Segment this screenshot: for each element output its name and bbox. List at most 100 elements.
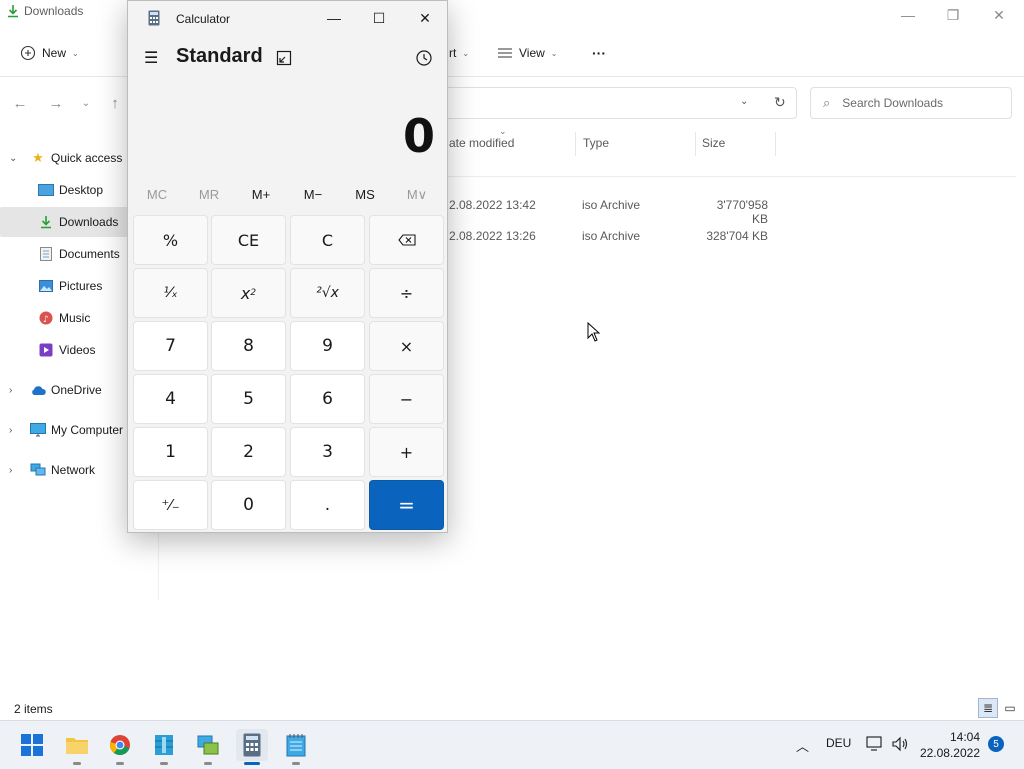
documents-icon xyxy=(38,247,54,261)
search-input[interactable] xyxy=(840,95,995,111)
chevron-right-icon[interactable]: › xyxy=(9,465,12,476)
column-header-type[interactable]: Type xyxy=(583,136,609,156)
chevron-right-icon[interactable]: › xyxy=(9,385,12,396)
cloud-icon xyxy=(30,383,46,397)
details-view-icon[interactable]: ≣ xyxy=(978,698,998,718)
taskbar-app-archive[interactable] xyxy=(148,729,180,761)
input-language-indicator[interactable]: DEU xyxy=(826,736,851,750)
digit-5-button[interactable]: 5 xyxy=(211,374,286,424)
minimize-button[interactable]: — xyxy=(311,1,357,35)
taskbar-file-explorer[interactable] xyxy=(61,729,93,761)
back-arrow-icon[interactable]: ← xyxy=(10,94,30,114)
download-icon xyxy=(8,5,18,18)
reciprocal-button[interactable]: ¹⁄ₓ xyxy=(133,268,208,318)
percent-button[interactable]: % xyxy=(133,215,208,265)
active-indicator xyxy=(244,762,260,765)
taskbar-notepad[interactable] xyxy=(280,729,312,761)
backspace-button[interactable] xyxy=(369,215,444,265)
subtract-button[interactable]: − xyxy=(369,374,444,424)
more-options-button[interactable]: ··· xyxy=(592,40,606,66)
negate-button[interactable]: ⁺⁄₋ xyxy=(133,480,208,530)
running-indicator xyxy=(116,762,124,765)
new-button[interactable]: New ⌄ xyxy=(20,40,79,66)
close-button[interactable]: ✕ xyxy=(976,0,1022,30)
maximize-button[interactable]: ☐ xyxy=(356,1,402,35)
sort-button[interactable]: rt ⌄ xyxy=(449,40,469,66)
view-lines-icon xyxy=(498,48,512,58)
taskbar-app-network-tool[interactable] xyxy=(192,729,224,761)
digit-0-button[interactable]: 0 xyxy=(211,480,286,530)
volume-icon[interactable] xyxy=(891,736,909,752)
calculator-app-icon xyxy=(243,733,261,757)
sidebar-item-label: Network xyxy=(51,463,96,477)
folder-icon xyxy=(66,738,88,754)
close-button[interactable]: ✕ xyxy=(402,1,448,35)
clear-button[interactable]: C xyxy=(290,215,365,265)
sidebar-item-label: Downloads xyxy=(59,215,119,229)
forward-arrow-icon[interactable]: → xyxy=(46,94,66,114)
chevron-down-icon: ⌄ xyxy=(462,48,470,58)
decimal-button[interactable]: . xyxy=(290,480,365,530)
show-hidden-icons-chevron-icon[interactable]: ︿ xyxy=(796,736,809,755)
notification-badge[interactable]: 5 xyxy=(988,736,1004,752)
notepad-icon xyxy=(286,734,306,757)
file-type: iso Archive xyxy=(582,198,641,212)
system-clock[interactable]: 14:04 22.08.2022 xyxy=(920,729,980,761)
chevron-down-icon: ⌄ xyxy=(550,48,558,58)
clear-entry-button[interactable]: CE xyxy=(211,215,286,265)
digit-4-button[interactable]: 4 xyxy=(133,374,208,424)
file-type: iso Archive xyxy=(582,229,641,243)
square-button[interactable]: x2 xyxy=(211,268,286,318)
up-arrow-icon[interactable]: ↑ xyxy=(105,94,125,114)
memory-subtract-button[interactable]: M− xyxy=(287,187,339,207)
backspace-icon xyxy=(397,234,416,246)
minimize-button[interactable]: — xyxy=(885,0,931,30)
digit-7-button[interactable]: 7 xyxy=(133,321,208,371)
calculator-title: Calculator xyxy=(176,12,231,26)
column-divider[interactable] xyxy=(695,132,696,156)
taskbar-chrome[interactable] xyxy=(104,729,136,761)
address-dropdown-icon[interactable]: ⌄ xyxy=(740,96,748,107)
refresh-icon[interactable]: ↻ xyxy=(774,94,786,111)
taskbar-calculator[interactable] xyxy=(236,729,268,761)
memory-list-button[interactable]: M∨ xyxy=(391,187,443,207)
search-box[interactable]: ⌕ xyxy=(810,87,1012,119)
recent-locations-chevron-icon[interactable]: ⌄ xyxy=(76,94,96,114)
digit-1-button[interactable]: 1 xyxy=(133,427,208,477)
restore-button[interactable]: ❐ xyxy=(930,0,976,30)
digit-8-button[interactable]: 8 xyxy=(211,321,286,371)
column-divider[interactable] xyxy=(775,132,776,156)
divide-button[interactable]: ÷ xyxy=(369,268,444,318)
multiply-button[interactable]: × xyxy=(369,321,444,371)
digit-9-button[interactable]: 9 xyxy=(290,321,365,371)
calculator-mode-title: Standard xyxy=(176,45,263,67)
chevron-right-icon[interactable]: › xyxy=(9,425,12,436)
chevron-down-icon: ⌄ xyxy=(72,48,79,58)
add-button[interactable]: + xyxy=(369,427,444,477)
address-bar[interactable]: ⌄ ↻ xyxy=(440,87,797,119)
menu-icon[interactable]: ☰ xyxy=(144,48,158,68)
equals-button[interactable]: = xyxy=(369,480,444,530)
digit-6-button[interactable]: 6 xyxy=(290,374,365,424)
network-status-icon[interactable] xyxy=(866,736,884,752)
memory-store-button[interactable]: MS xyxy=(339,187,391,207)
column-divider[interactable] xyxy=(575,132,576,156)
digit-3-button[interactable]: 3 xyxy=(290,427,365,477)
square-root-button[interactable]: ²√x xyxy=(290,268,365,318)
view-button[interactable]: View ⌄ xyxy=(497,40,558,66)
mouse-cursor-icon xyxy=(587,322,601,342)
column-header-date-modified[interactable]: ate modified xyxy=(449,136,514,156)
digit-2-button[interactable]: 2 xyxy=(211,427,286,477)
memory-recall-button[interactable]: MR xyxy=(183,187,235,207)
large-icons-view-icon[interactable]: ▭ xyxy=(1000,698,1020,718)
sidebar-item-label: My Computer xyxy=(51,423,124,437)
history-icon[interactable] xyxy=(415,49,433,67)
memory-clear-button[interactable]: MC xyxy=(131,187,183,207)
start-button[interactable] xyxy=(16,729,48,761)
chevron-down-icon[interactable]: ⌄ xyxy=(9,153,17,164)
column-header-size[interactable]: Size xyxy=(702,136,725,156)
square-button-label: x xyxy=(240,283,251,303)
keep-on-top-icon[interactable] xyxy=(276,50,292,66)
memory-add-button[interactable]: M+ xyxy=(235,187,287,207)
new-button-label: New xyxy=(42,46,67,60)
